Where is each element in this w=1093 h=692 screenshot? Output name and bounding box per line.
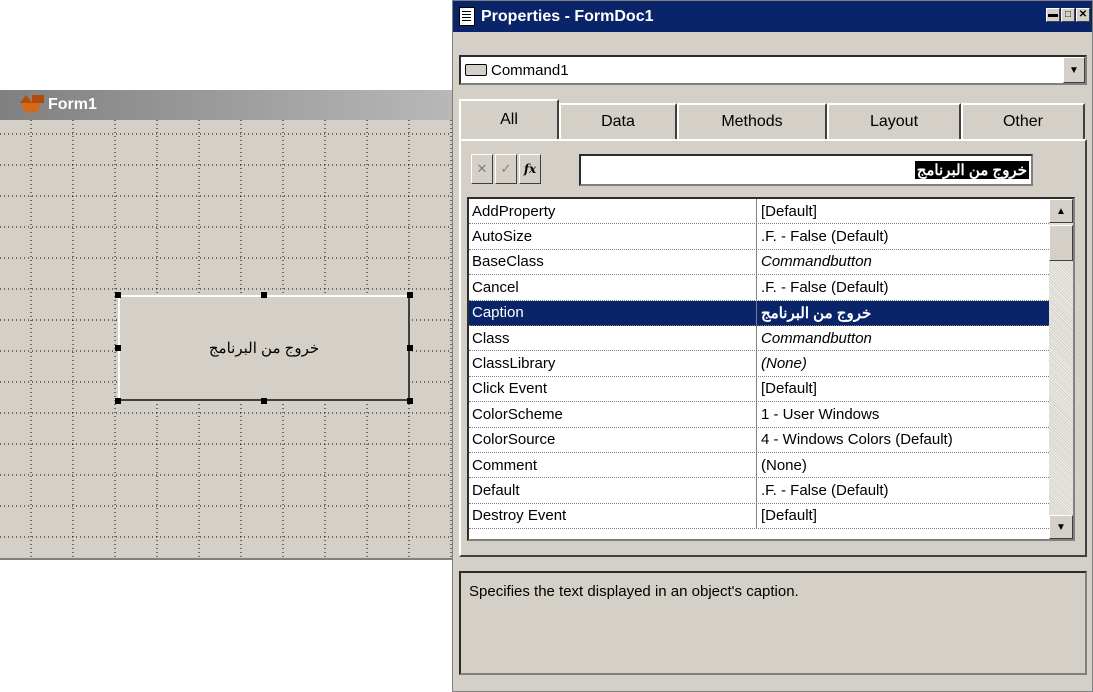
tab-other-label: Other: [1002, 113, 1043, 130]
form1-window[interactable]: Form1 خروج من البرنامج: [0, 90, 452, 560]
property-value: 1 - User Windows: [761, 405, 880, 423]
property-row[interactable]: Destroy Event [Default]: [469, 503, 1073, 530]
resize-handle-r[interactable]: [407, 345, 413, 351]
property-row[interactable]: BaseClass Commandbutton: [469, 249, 1073, 276]
object-combo[interactable]: Command1 ▼: [459, 55, 1087, 85]
property-row[interactable]: AutoSize .F. - False (Default): [469, 224, 1073, 250]
resize-handle-tr[interactable]: [407, 292, 413, 298]
property-row[interactable]: Comment (None): [469, 452, 1073, 479]
description-text: Specifies the text displayed in an objec…: [469, 583, 799, 600]
property-value-input[interactable]: خروج من البرنامج: [579, 154, 1033, 186]
properties-doc-icon: [459, 7, 475, 26]
property-value: [Default]: [761, 380, 817, 398]
property-name: Default: [469, 478, 757, 503]
command1-button[interactable]: خروج من البرنامج: [118, 295, 410, 401]
property-row[interactable]: ColorScheme 1 - User Windows: [469, 402, 1073, 428]
property-name: Class: [469, 325, 757, 351]
property-row[interactable]: Class Commandbutton: [469, 325, 1073, 352]
scroll-thumb[interactable]: [1049, 225, 1073, 261]
scroll-down-arrow-icon[interactable]: ▼: [1049, 515, 1073, 539]
tab-data-label: Data: [601, 113, 635, 130]
property-name: Cancel: [469, 275, 757, 300]
property-name: BaseClass: [469, 249, 757, 275]
property-row[interactable]: Cancel .F. - False (Default): [469, 275, 1073, 301]
property-value: .F. - False (Default): [761, 481, 889, 499]
property-name: AutoSize: [469, 224, 757, 249]
property-value: (None): [761, 355, 807, 373]
property-rows: AddProperty [Default] AutoSize .F. - False …: [469, 199, 1073, 530]
resize-handle-b[interactable]: [261, 398, 267, 404]
scroll-up-arrow-icon[interactable]: ▲: [1049, 199, 1073, 223]
edit-toolbar: ✕ ✓ fx: [471, 153, 543, 185]
property-row[interactable]: AddProperty [Default]: [469, 199, 1073, 225]
command1-caption: خروج من البرنامج: [208, 340, 320, 357]
tab-other[interactable]: Other: [961, 103, 1085, 139]
properties-title: Properties - FormDoc1: [481, 7, 654, 25]
property-name: Destroy Event: [469, 503, 757, 529]
command-button-icon: [465, 64, 487, 76]
form1-title: Form1: [48, 96, 97, 113]
form1-titlebar[interactable]: Form1: [0, 90, 452, 120]
tab-all[interactable]: All: [459, 99, 559, 139]
property-value: .F. - False (Default): [761, 228, 889, 246]
tab-data[interactable]: Data: [559, 103, 677, 139]
property-value: Commandbutton: [761, 329, 872, 347]
tab-methods-label: Methods: [721, 113, 783, 130]
fox-icon: [20, 95, 42, 115]
fx-icon[interactable]: fx: [519, 154, 541, 184]
properties-titlebar[interactable]: Properties - FormDoc1 ▬ □ ✕: [453, 1, 1092, 32]
description-pane: Specifies the text displayed in an objec…: [459, 571, 1087, 675]
properties-window[interactable]: Properties - FormDoc1 ▬ □ ✕ Command1 ▼ A…: [452, 0, 1093, 692]
property-name: AddProperty: [469, 199, 757, 224]
property-name: Caption: [469, 300, 757, 325]
tab-layout[interactable]: Layout: [827, 103, 961, 139]
tab-all-label: All: [500, 111, 518, 128]
property-value: Commandbutton: [761, 253, 872, 271]
resize-handle-tl[interactable]: [115, 292, 121, 298]
tab-methods[interactable]: Methods: [677, 103, 827, 139]
resize-handle-bl[interactable]: [115, 398, 121, 404]
tab-strip: All Data Methods Layout Other: [459, 99, 1085, 139]
property-row[interactable]: Click Event [Default]: [469, 376, 1073, 403]
property-row[interactable]: ColorSource 4 - Windows Colors (Default): [469, 427, 1073, 453]
property-value: [Default]: [761, 507, 817, 525]
property-name: ColorSource: [469, 427, 757, 452]
close-button[interactable]: ✕: [1076, 8, 1090, 22]
resize-handle-br[interactable]: [407, 398, 413, 404]
property-value: .F. - False (Default): [761, 278, 889, 296]
accept-icon[interactable]: ✓: [495, 154, 517, 184]
tab-layout-label: Layout: [869, 113, 919, 130]
property-name: ClassLibrary: [469, 351, 757, 376]
properties-grid[interactable]: AddProperty [Default] AutoSize .F. - False …: [467, 197, 1075, 541]
combo-dropdown-arrow-icon[interactable]: ▼: [1063, 57, 1085, 83]
resize-handle-t[interactable]: [261, 292, 267, 298]
maximize-button[interactable]: □: [1061, 8, 1075, 22]
property-value: [Default]: [761, 202, 817, 220]
property-row[interactable]: ClassLibrary (None): [469, 351, 1073, 377]
resize-handle-l[interactable]: [115, 345, 121, 351]
property-value: خروج من البرنامج: [761, 304, 872, 322]
vertical-scrollbar[interactable]: ▲ ▼: [1049, 199, 1073, 539]
property-value: (None): [761, 456, 807, 474]
property-value-text: خروج من البرنامج: [914, 161, 1029, 179]
cancel-icon[interactable]: ✕: [471, 154, 493, 184]
minimize-button[interactable]: ▬: [1046, 8, 1060, 22]
property-name: ColorScheme: [469, 402, 757, 427]
property-value: 4 - Windows Colors (Default): [761, 431, 953, 449]
property-name: Comment: [469, 452, 757, 478]
property-row[interactable]: Caption خروج من البرنامج: [469, 300, 1073, 326]
property-row[interactable]: Default .F. - False (Default): [469, 478, 1073, 504]
property-name: Click Event: [469, 376, 757, 402]
object-combo-value: Command1: [491, 61, 569, 79]
